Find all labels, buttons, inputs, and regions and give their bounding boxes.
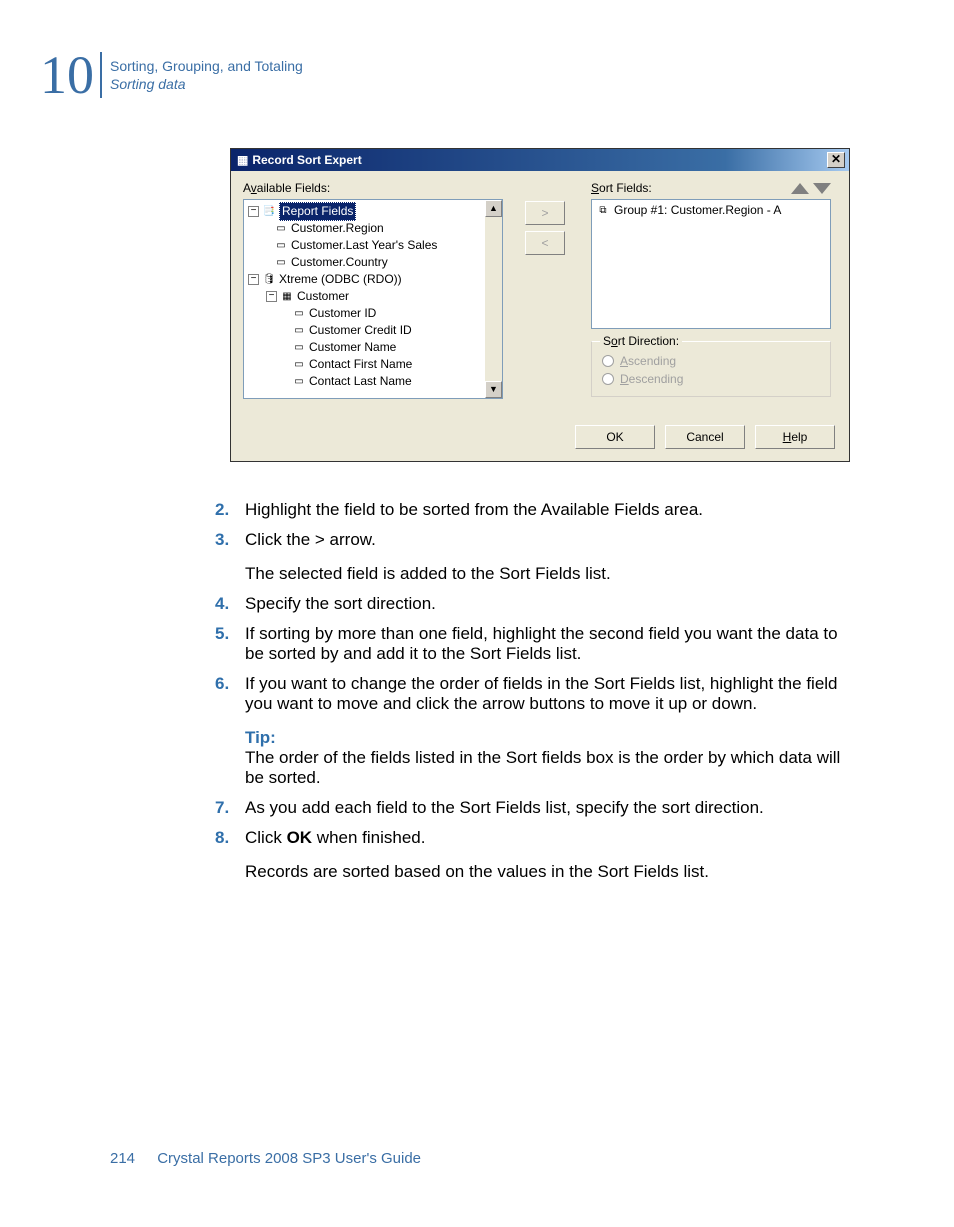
collapse-icon[interactable]: − bbox=[266, 291, 277, 302]
cancel-button[interactable]: Cancel bbox=[665, 425, 745, 449]
tree-item[interactable]: Customer bbox=[297, 288, 349, 305]
sort-fields-list[interactable]: ⧉ Group #1: Customer.Region - A bbox=[591, 199, 831, 329]
move-down-button[interactable] bbox=[813, 183, 831, 194]
sort-fields-column: Sort Fields: ⧉ Group #1: Customer.Region… bbox=[591, 181, 831, 397]
section-title: Sorting data bbox=[110, 75, 303, 93]
field-icon: ▭ bbox=[292, 356, 306, 373]
close-button[interactable]: ✕ bbox=[827, 152, 845, 168]
tree-item[interactable]: Customer.Country bbox=[291, 254, 388, 271]
field-icon: ▭ bbox=[274, 220, 288, 237]
sort-direction-label: Sort Direction: bbox=[600, 334, 682, 348]
step-3-body: The selected field is added to the Sort … bbox=[245, 564, 850, 584]
record-sort-expert-dialog: ▦ Record Sort Expert ✕ Available Fields:… bbox=[230, 148, 850, 462]
tree-item[interactable]: Customer Credit ID bbox=[309, 322, 412, 339]
ok-button[interactable]: OK bbox=[575, 425, 655, 449]
tip-label: Tip: bbox=[245, 728, 850, 748]
scroll-track[interactable] bbox=[485, 217, 502, 381]
tree-item[interactable]: Contact Last Name bbox=[309, 373, 412, 390]
tree-scrollbar[interactable]: ▲ ▼ bbox=[485, 200, 502, 398]
tree-item[interactable]: Customer.Region bbox=[291, 220, 384, 237]
dialog-body: Available Fields: − 📑 Report Fields ▭ Cu… bbox=[231, 171, 849, 461]
instruction-text: Highlight the field to be sorted from th… bbox=[215, 500, 850, 892]
tree-item[interactable]: Customer.Last Year's Sales bbox=[291, 237, 437, 254]
collapse-icon[interactable]: − bbox=[248, 206, 259, 217]
field-icon: ▭ bbox=[292, 322, 306, 339]
available-fields-column: Available Fields: − 📑 Report Fields ▭ Cu… bbox=[243, 181, 503, 399]
report-fields-icon: 📑 bbox=[262, 203, 276, 220]
sort-direction-group: Sort Direction: Ascending Descending bbox=[591, 341, 831, 397]
available-fields-label: Available Fields: bbox=[243, 181, 503, 195]
tree-item[interactable]: Customer Name bbox=[309, 339, 396, 356]
field-icon: ▭ bbox=[274, 254, 288, 271]
step-3: Click the > arrow. The selected field is… bbox=[215, 530, 850, 584]
available-fields-tree[interactable]: − 📑 Report Fields ▭ Customer.Region ▭ Cu… bbox=[243, 199, 503, 399]
help-button[interactable]: Help bbox=[755, 425, 835, 449]
scroll-down-button[interactable]: ▼ bbox=[485, 381, 502, 398]
sort-fields-label: Sort Fields: bbox=[591, 181, 787, 195]
tree-item[interactable]: Customer ID bbox=[309, 305, 376, 322]
step-6: If you want to change the order of field… bbox=[215, 674, 850, 788]
ascending-radio[interactable]: Ascending bbox=[602, 352, 820, 370]
step-2: Highlight the field to be sorted from th… bbox=[215, 500, 850, 520]
report-fields-node[interactable]: Report Fields bbox=[279, 202, 356, 221]
doc-title: Crystal Reports 2008 SP3 User's Guide bbox=[157, 1150, 421, 1167]
chapter-title: Sorting, Grouping, and Totaling bbox=[110, 57, 303, 75]
dialog-icon: ▦ bbox=[237, 153, 248, 167]
dialog-title: Record Sort Expert bbox=[252, 153, 827, 167]
collapse-icon[interactable]: − bbox=[248, 274, 259, 285]
add-button[interactable]: > bbox=[525, 201, 565, 225]
step-4: Specify the sort direction. bbox=[215, 594, 850, 614]
sort-field-item[interactable]: Group #1: Customer.Region - A bbox=[614, 203, 781, 217]
move-up-button[interactable] bbox=[791, 183, 809, 194]
tree-item[interactable]: Xtreme (ODBC (RDO)) bbox=[279, 271, 402, 288]
group-icon: ⧉ bbox=[596, 205, 610, 216]
field-icon: ▭ bbox=[292, 305, 306, 322]
page-number: 214 bbox=[110, 1150, 135, 1167]
descending-radio[interactable]: Descending bbox=[602, 370, 820, 388]
page-header: 10 Sorting, Grouping, and Totaling Sorti… bbox=[40, 48, 303, 102]
radio-icon bbox=[602, 373, 614, 385]
radio-icon bbox=[602, 355, 614, 367]
chapter-number: 10 bbox=[40, 48, 94, 102]
step-8-body: Records are sorted based on the values i… bbox=[245, 862, 850, 882]
step-5: If sorting by more than one field, highl… bbox=[215, 624, 850, 664]
dialog-titlebar[interactable]: ▦ Record Sort Expert ✕ bbox=[231, 149, 849, 171]
field-icon: ▭ bbox=[292, 339, 306, 356]
remove-button[interactable]: < bbox=[525, 231, 565, 255]
table-icon: ▦ bbox=[280, 288, 294, 305]
transfer-buttons: > < bbox=[525, 201, 565, 255]
header-text: Sorting, Grouping, and Totaling Sorting … bbox=[110, 57, 303, 93]
dialog-buttons: OK Cancel Help bbox=[575, 425, 835, 449]
step-8: Click OK when finished. Records are sort… bbox=[215, 828, 850, 882]
header-divider bbox=[100, 52, 102, 98]
tree-item[interactable]: Contact First Name bbox=[309, 356, 412, 373]
tip-body: The order of the fields listed in the So… bbox=[245, 748, 850, 788]
field-icon: ▭ bbox=[274, 237, 288, 254]
field-icon: ▭ bbox=[292, 373, 306, 390]
scroll-up-button[interactable]: ▲ bbox=[485, 200, 502, 217]
step-7: As you add each field to the Sort Fields… bbox=[215, 798, 850, 818]
datasource-icon: 🛢 bbox=[262, 271, 276, 288]
page-footer: 214 Crystal Reports 2008 SP3 User's Guid… bbox=[110, 1150, 421, 1167]
